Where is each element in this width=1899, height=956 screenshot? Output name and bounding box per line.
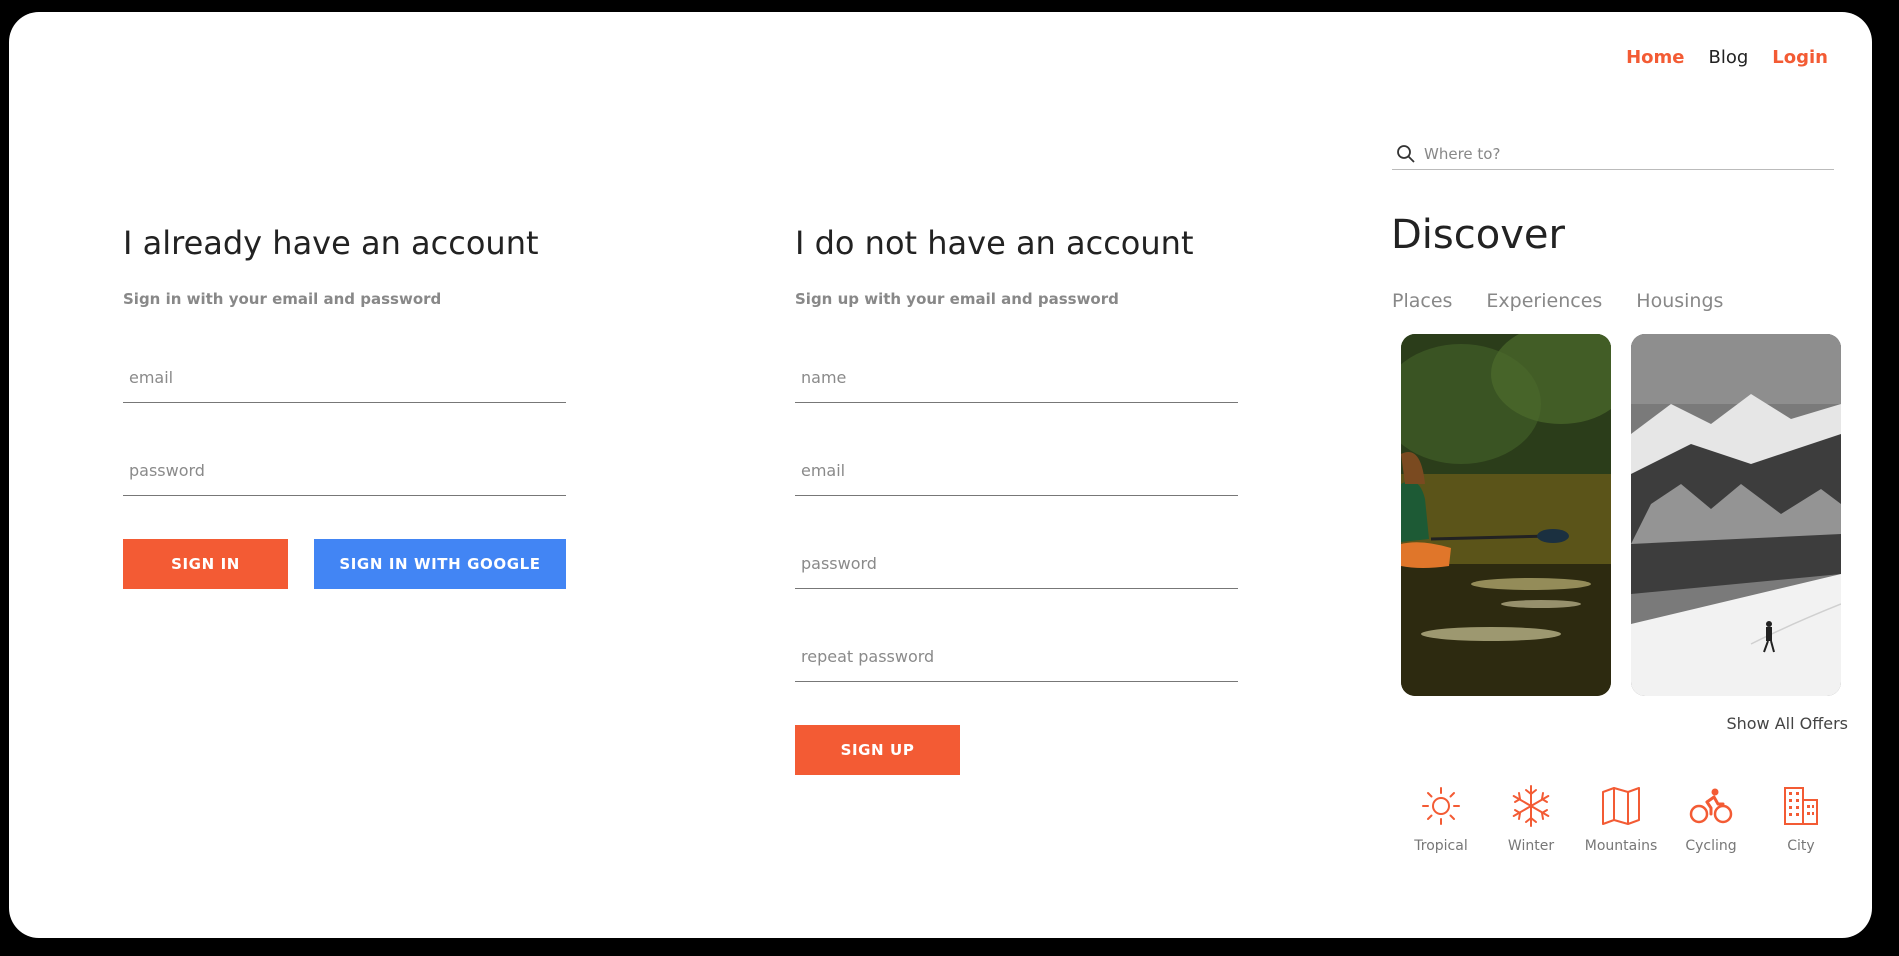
search-icon <box>1397 145 1415 163</box>
category-label: Winter <box>1507 838 1555 854</box>
tab-experiences[interactable]: Experiences <box>1486 290 1602 312</box>
category-city[interactable]: City <box>1761 782 1841 854</box>
category-winter[interactable]: Winter <box>1491 782 1571 854</box>
show-all-offers-link[interactable]: Show All Offers <box>1726 714 1848 733</box>
signup-title: I do not have an account <box>795 224 1194 262</box>
signin-subtitle: Sign in with your email and password <box>123 290 442 308</box>
nav-login-link[interactable]: Login <box>1772 47 1828 68</box>
signup-password-input[interactable] <box>795 538 1238 588</box>
category-label: Mountains <box>1584 838 1658 854</box>
category-label: Cycling <box>1685 838 1737 854</box>
bicycle-icon <box>1689 788 1733 824</box>
building-icon <box>1784 787 1818 825</box>
snowflake-icon <box>1512 785 1550 827</box>
signin-email-field <box>123 352 566 403</box>
google-sign-in-button[interactable]: SIGN IN WITH GOOGLE <box>314 539 566 589</box>
nav-blog-link[interactable]: Blog <box>1708 47 1748 68</box>
category-tropical[interactable]: Tropical <box>1401 782 1481 854</box>
sign-up-button[interactable]: SIGN UP <box>795 725 960 775</box>
sign-in-button[interactable]: SIGN IN <box>123 539 288 589</box>
category-mountains[interactable]: Mountains <box>1581 782 1661 854</box>
search-input[interactable] <box>1422 144 1826 164</box>
signup-password-field <box>795 538 1238 589</box>
search-bar <box>1392 139 1834 170</box>
signup-email-field <box>795 445 1238 496</box>
signin-password-field <box>123 445 566 496</box>
category-cycling[interactable]: Cycling <box>1671 782 1751 854</box>
tab-housings[interactable]: Housings <box>1636 290 1723 312</box>
signup-email-input[interactable] <box>795 445 1238 495</box>
offer-card-mountains[interactable] <box>1631 334 1841 696</box>
signup-subtitle: Sign up with your email and password <box>795 290 1119 308</box>
discover-heading: Discover <box>1391 212 1565 258</box>
category-label: Tropical <box>1414 838 1468 854</box>
kayak-photo <box>1401 334 1611 696</box>
nav-home-link[interactable]: Home <box>1626 47 1684 68</box>
signup-repeat-password-field <box>795 631 1238 682</box>
signin-password-input[interactable] <box>123 445 566 495</box>
signin-email-input[interactable] <box>123 352 566 402</box>
page-frame: Home Blog Login I already have an accoun… <box>9 12 1872 938</box>
signup-name-field <box>795 352 1238 403</box>
discover-tabs: Places Experiences Housings <box>1392 290 1723 312</box>
signin-title: I already have an account <box>123 224 539 262</box>
signup-repeat-password-input[interactable] <box>795 631 1238 681</box>
category-label: City <box>1787 838 1815 854</box>
offer-card-kayak[interactable] <box>1401 334 1611 696</box>
tab-places[interactable]: Places <box>1392 290 1452 312</box>
category-row: Tropical Winter Mountains Cycling City <box>1401 782 1841 854</box>
map-icon <box>1602 787 1640 825</box>
mountain-photo <box>1631 334 1841 696</box>
sun-icon <box>1422 787 1460 825</box>
signup-name-input[interactable] <box>795 352 1238 402</box>
top-nav: Home Blog Login <box>1626 47 1828 68</box>
